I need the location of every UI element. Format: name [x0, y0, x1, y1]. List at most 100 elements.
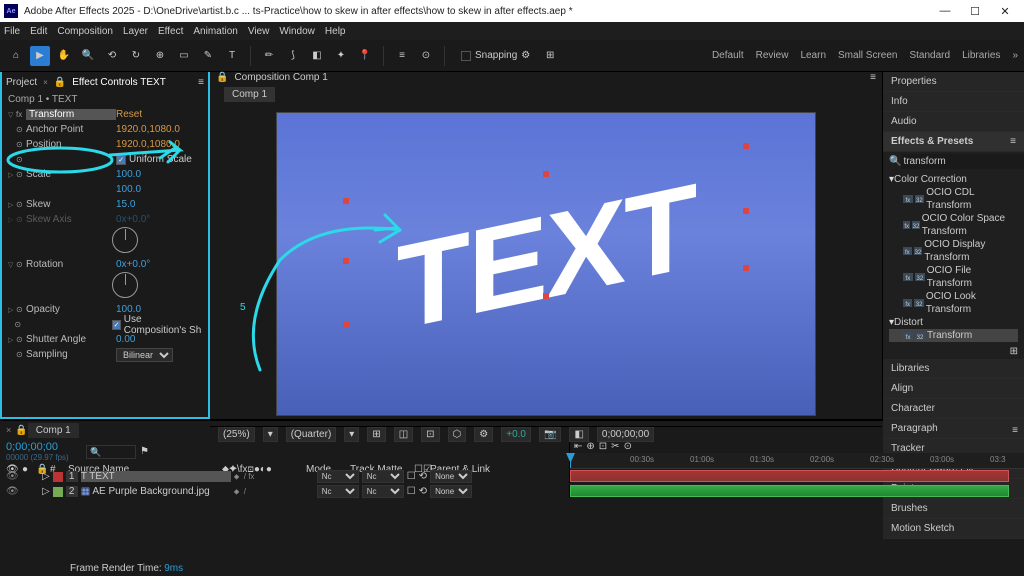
workspace-small[interactable]: Small Screen: [838, 50, 897, 61]
time-ruler[interactable]: 00:30s 01:00s 01:30s 02:00s 02:30s 03:00…: [570, 453, 1024, 469]
roto-tool[interactable]: ✦: [331, 46, 351, 66]
anchor-icon[interactable]: ⊙: [416, 46, 436, 66]
effects-presets-header[interactable]: Effects & Presets≡: [883, 132, 1024, 152]
visibility-icon[interactable]: 👁: [6, 486, 16, 497]
tree-item[interactable]: fx32OCIO Look Transform: [889, 290, 1018, 316]
clone-tool[interactable]: ⟆: [283, 46, 303, 66]
workspace-standard[interactable]: Standard: [909, 50, 950, 61]
track-matte-select[interactable]: Nc: [362, 470, 404, 483]
skew-value[interactable]: 15.0: [116, 199, 135, 210]
menu-composition[interactable]: Composition: [57, 26, 113, 37]
sampling-select[interactable]: Bilinear: [116, 348, 173, 362]
lock-icon[interactable]: 🔒: [15, 425, 27, 436]
composition-viewer[interactable]: TEXT: [276, 112, 816, 416]
hand-tool[interactable]: ✋: [54, 46, 74, 66]
use-comp-shutter-checkbox[interactable]: ✓: [112, 320, 120, 330]
zoom-select[interactable]: (25%): [218, 427, 255, 442]
menu-effect[interactable]: Effect: [158, 26, 183, 37]
tl-icon[interactable]: ⊕: [586, 441, 594, 451]
rect-tool[interactable]: ▭: [174, 46, 194, 66]
layer-row[interactable]: 👁 ▷ 2 ▦ AE Purple Background.jpg ⬥ / Nc …: [0, 484, 1024, 499]
handle-icon[interactable]: [343, 198, 349, 204]
exposure-value[interactable]: +0.0: [501, 427, 531, 442]
tree-item[interactable]: fx32OCIO CDL Transform: [889, 186, 1018, 212]
menu-view[interactable]: View: [248, 26, 270, 37]
orbit-tool[interactable]: ⟲: [102, 46, 122, 66]
grid-icon[interactable]: ⊞: [367, 427, 385, 442]
audio-panel-tab[interactable]: Audio: [883, 112, 1024, 132]
skew-axis-value[interactable]: 0x+0.0°: [116, 214, 150, 225]
layer-name[interactable]: ▦ AE Purple Background.jpg: [81, 486, 231, 497]
maximize-button[interactable]: ☐: [960, 5, 990, 18]
layer-name[interactable]: T TEXT: [81, 471, 231, 482]
pan-behind-tool[interactable]: ⊕: [150, 46, 170, 66]
tree-item[interactable]: fx32OCIO Display Transform: [889, 238, 1018, 264]
layer-color-swatch[interactable]: [53, 472, 63, 482]
align-panel-tab[interactable]: Align: [883, 379, 1024, 399]
menu-window[interactable]: Window: [279, 26, 315, 37]
handle-icon[interactable]: [343, 258, 349, 264]
mask-icon[interactable]: ◫: [394, 427, 413, 442]
workspace-default[interactable]: Default: [712, 50, 744, 61]
menu-animation[interactable]: Animation: [193, 26, 237, 37]
timeline-timecode[interactable]: 0;00;00;00: [6, 441, 74, 453]
timeline-search-input[interactable]: [86, 445, 136, 459]
rotation-dial[interactable]: [112, 272, 138, 298]
parent-select[interactable]: None: [430, 470, 472, 483]
blend-mode-select[interactable]: Nc: [317, 470, 359, 483]
puppet-tool[interactable]: 📍: [355, 46, 375, 66]
guides-icon[interactable]: ⊡: [421, 427, 439, 442]
brushes-panel-tab[interactable]: Brushes: [883, 499, 1024, 519]
menu-layer[interactable]: Layer: [123, 26, 148, 37]
snapshot-icon[interactable]: 📷: [539, 427, 561, 442]
handle-icon[interactable]: [343, 321, 349, 327]
timeline-comp-tab[interactable]: Comp 1: [28, 423, 79, 438]
lock-icon[interactable]: 🔒: [54, 77, 66, 88]
layer-bar[interactable]: [570, 485, 1009, 497]
effects-search-input[interactable]: [901, 154, 1024, 169]
layer-bar[interactable]: [570, 470, 1009, 482]
timeline-tab-close-icon[interactable]: ×: [6, 425, 11, 435]
brush-tool[interactable]: ✏: [259, 46, 279, 66]
skew-axis-dial[interactable]: [112, 227, 138, 253]
layer-color-swatch[interactable]: [53, 487, 63, 497]
workspace-review[interactable]: Review: [756, 50, 789, 61]
track-matte-select[interactable]: Nc: [362, 485, 404, 498]
pen-tool[interactable]: ✎: [198, 46, 218, 66]
close-button[interactable]: ✕: [990, 5, 1020, 18]
scale-value-2[interactable]: 100.0: [116, 184, 141, 195]
workspace-learn[interactable]: Learn: [800, 50, 826, 61]
workspace-more[interactable]: »: [1012, 50, 1018, 61]
snapping-toggle[interactable]: Snapping ⚙: [461, 50, 530, 61]
layer-row[interactable]: 👁 ▷ 1 T TEXT ⬥ / fx Nc Nc ☐⟲ None: [0, 469, 1024, 484]
selection-tool[interactable]: ▶: [30, 46, 50, 66]
visibility-icon[interactable]: 👁: [6, 471, 16, 482]
eraser-tool[interactable]: ◧: [307, 46, 327, 66]
type-tool[interactable]: T: [222, 46, 242, 66]
colormgmt-icon[interactable]: ⚙: [474, 427, 493, 442]
shutter-angle-value[interactable]: 0.00: [116, 334, 135, 345]
tree-item[interactable]: fx32OCIO Color Space Transform: [889, 212, 1018, 238]
effect-controls-tab[interactable]: Effect Controls TEXT: [72, 77, 166, 88]
info-panel-tab[interactable]: Info: [883, 92, 1024, 112]
new-bin-icon[interactable]: ⊞: [1010, 346, 1018, 357]
handle-icon[interactable]: [543, 171, 549, 177]
workspace-libraries[interactable]: Libraries: [962, 50, 1000, 61]
comp-panel-tab[interactable]: Composition Comp 1: [234, 72, 327, 83]
menu-file[interactable]: File: [4, 26, 20, 37]
motionsketch-panel-tab[interactable]: Motion Sketch: [883, 519, 1024, 539]
tl-icon[interactable]: ⊙: [624, 441, 632, 451]
rotation-value[interactable]: 0x+0.0°: [116, 259, 150, 270]
filter-icon[interactable]: ⚑: [140, 446, 149, 457]
grid-icon[interactable]: ⊞: [540, 46, 560, 66]
handle-icon[interactable]: [743, 143, 749, 149]
tree-item[interactable]: fx32OCIO File Transform: [889, 264, 1018, 290]
uniform-scale-checkbox[interactable]: ✓: [116, 155, 126, 165]
position-value[interactable]: 1920.0,1080.0: [116, 139, 180, 150]
handle-icon[interactable]: [743, 265, 749, 271]
character-panel-tab[interactable]: Character: [883, 399, 1024, 419]
channel-icon[interactable]: ⬡: [448, 427, 467, 442]
tree-category[interactable]: ▾Distort: [889, 316, 1018, 329]
rotate-tool[interactable]: ↻: [126, 46, 146, 66]
blend-mode-select[interactable]: Nc: [317, 485, 359, 498]
